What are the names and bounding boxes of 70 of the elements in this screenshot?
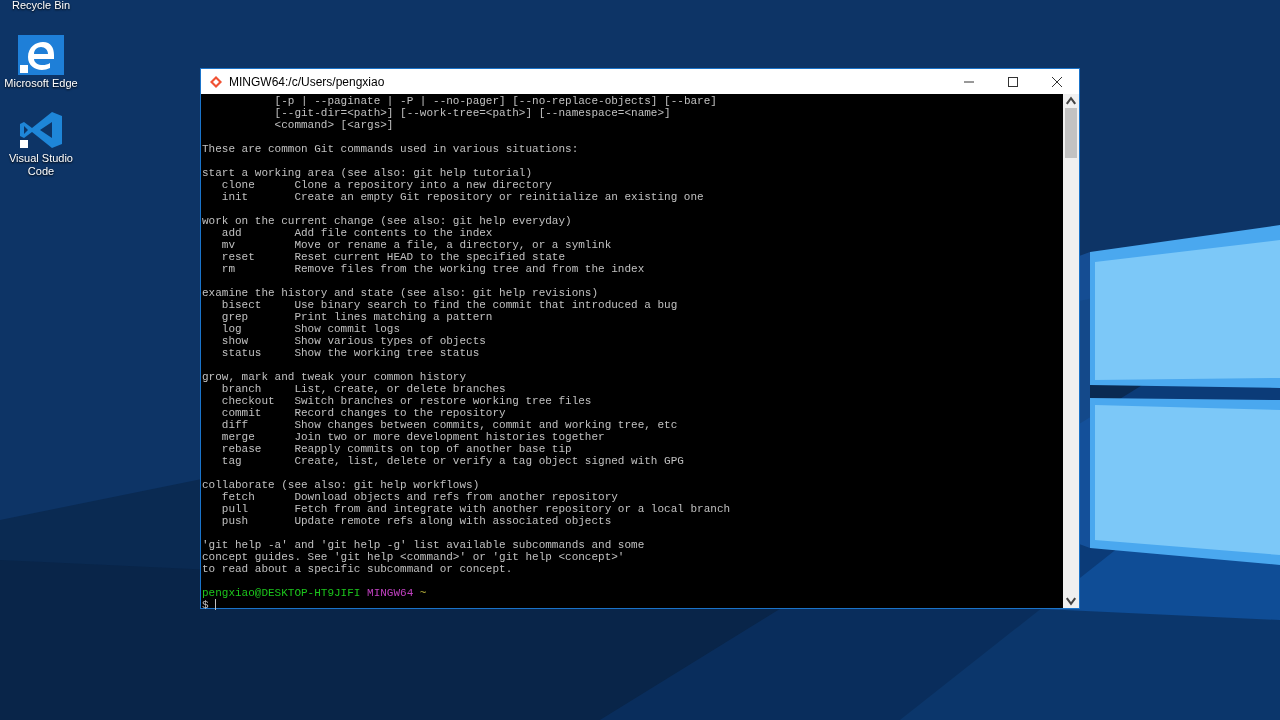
command-name: status bbox=[221, 347, 263, 359]
command-name: log bbox=[221, 323, 243, 335]
prompt-path: ~ bbox=[419, 587, 427, 599]
command-name: diff bbox=[221, 419, 250, 431]
edge-logo-icon[interactable] bbox=[18, 35, 64, 75]
terminal-line: These are common Git commands used in various situations: bbox=[202, 143, 579, 155]
command-description: Use binary search to find the commit that introduced a bug bbox=[294, 299, 678, 311]
command-description: Add file contents to the index bbox=[294, 227, 493, 239]
text-cursor bbox=[215, 599, 217, 610]
command-description: Download objects and refs from another repository bbox=[294, 491, 618, 503]
terminal-line: to read about a specific subcommand or concept. bbox=[202, 563, 513, 575]
command-name: grep bbox=[221, 311, 250, 323]
command-description: Remove files from the working tree and from the index bbox=[294, 263, 645, 275]
command-name: tag bbox=[221, 455, 243, 467]
command-name: push bbox=[221, 515, 250, 527]
command-description: Reset current HEAD to the specified state bbox=[294, 251, 566, 263]
command-name: branch bbox=[221, 383, 263, 395]
terminal-line: collaborate (see also: git help workflows) bbox=[202, 479, 480, 491]
command-description: Fetch from and integrate with another repository or a local branch bbox=[294, 503, 731, 515]
desktop-icon-label[interactable]: Visual Studio Code bbox=[2, 152, 80, 178]
terminal-line: [-p | --paginate | -P | --no-pager] [--no-replace-objects] [--bare] bbox=[274, 95, 717, 107]
command-description: Show various types of objects bbox=[294, 335, 486, 347]
code-editor-icon[interactable] bbox=[18, 110, 64, 150]
command-description: Show changes between commits, commit and working tree, etc bbox=[294, 419, 678, 431]
command-name: show bbox=[221, 335, 250, 347]
command-description: Print lines matching a pattern bbox=[294, 311, 493, 323]
command-name: rebase bbox=[221, 443, 263, 455]
terminal-line: 'git help -a' and 'git help -g' list available subcommands and some bbox=[202, 539, 645, 551]
terminal-line: <command> [<args>] bbox=[274, 119, 394, 131]
command-name: merge bbox=[221, 431, 256, 443]
command-name: commit bbox=[221, 407, 263, 419]
command-description: Update remote refs along with associated objects bbox=[294, 515, 612, 527]
terminal-line: work on the current change (see also: git help everyday) bbox=[202, 215, 572, 227]
command-name: pull bbox=[221, 503, 250, 515]
command-description: Show the working tree status bbox=[294, 347, 480, 359]
command-name: rm bbox=[221, 263, 236, 275]
scrollbar-thumb[interactable] bbox=[1065, 108, 1077, 158]
prompt-user-host: pengxiao@DESKTOP-HT9JIFI bbox=[202, 587, 361, 599]
command-name: add bbox=[221, 227, 243, 239]
command-description: Clone a repository into a new directory bbox=[294, 179, 552, 191]
window-title: MINGW64:/c/Users/pengxiao bbox=[229, 74, 385, 89]
terminal-line: examine the history and state (see also: git help revisions) bbox=[202, 287, 599, 299]
command-name: fetch bbox=[221, 491, 256, 503]
close-icon[interactable] bbox=[1052, 76, 1062, 87]
command-description: Show commit logs bbox=[294, 323, 401, 335]
desktop-icon-label[interactable]: Microsoft Edge bbox=[2, 77, 80, 90]
command-description: Reapply commits on top of another base tip bbox=[294, 443, 572, 455]
command-name: clone bbox=[221, 179, 256, 191]
command-description: Create an empty Git repository or reinitialize an existing one bbox=[294, 191, 704, 203]
command-description: Record changes to the repository bbox=[294, 407, 506, 419]
command-description: Move or rename a file, a directory, or a symlink bbox=[294, 239, 612, 251]
command-name: mv bbox=[221, 239, 236, 251]
prompt-symbol: $ bbox=[202, 599, 209, 611]
command-description: Create, list, delete or verify a tag object signed with GPG bbox=[294, 455, 684, 467]
terminal-line: [--git-dir=<path>] [--work-tree=<path>] [--namespace=<name>] bbox=[274, 107, 671, 119]
command-description: Join two or more development histories together bbox=[294, 431, 605, 443]
diamond-icon bbox=[209, 74, 223, 89]
terminal-line: start a working area (see also: git help tutorial) bbox=[202, 167, 533, 179]
command-name: init bbox=[221, 191, 250, 203]
command-name: checkout bbox=[221, 395, 276, 407]
command-name: bisect bbox=[221, 299, 263, 311]
command-name: reset bbox=[221, 251, 256, 263]
maximize-icon[interactable] bbox=[1008, 76, 1018, 87]
desktop-icon-label[interactable]: Recycle Bin bbox=[2, 0, 80, 11]
terminal-line: concept guides. See 'git help <command>' or 'git help <concept>' bbox=[202, 551, 625, 563]
command-description: Switch branches or restore working tree files bbox=[294, 395, 592, 407]
scrollbar[interactable] bbox=[1063, 94, 1079, 608]
command-description: List, create, or delete branches bbox=[294, 383, 506, 395]
prompt-system: MINGW64 bbox=[367, 587, 414, 599]
terminal-line: grow, mark and tweak your common history bbox=[202, 371, 467, 383]
